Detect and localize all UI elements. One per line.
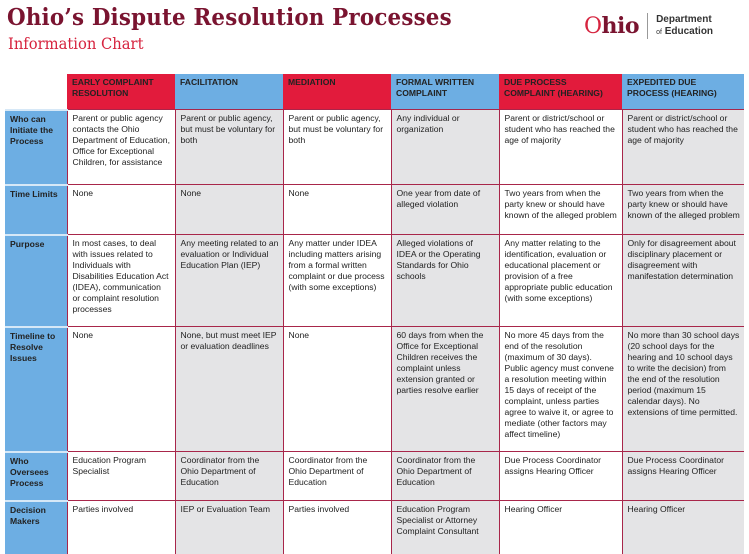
logo-wordmark: Ohio <box>584 13 640 39</box>
table-cell: None <box>66 184 175 235</box>
column-header: EXPEDITED DUE PROCESS (HEARING) <box>622 74 744 110</box>
table-cell: Two years from when the party knew or sh… <box>621 184 744 235</box>
table-cell: Only for disagreement about disciplinary… <box>621 234 744 327</box>
row-header: Decision Makers <box>5 499 67 554</box>
dispute-resolution-table: EARLY COMPLAINT RESOLUTION FACILITATION … <box>5 74 744 554</box>
table-cell: Hearing Officer <box>621 500 744 554</box>
table-cell: Parties involved <box>66 500 175 554</box>
table-cell: Alleged violations of IDEA or the Operat… <box>390 234 499 327</box>
table-row: Who Oversees Process Education Program S… <box>5 450 744 501</box>
table-cell: Two years from when the party knew or sh… <box>498 184 622 235</box>
table-cell: No more 45 days from the end of the reso… <box>498 326 622 452</box>
table-corner <box>5 74 67 110</box>
table-row: Timeline to Resolve Issues None None, bu… <box>5 325 744 452</box>
column-header: FACILITATION <box>175 74 283 110</box>
column-header: DUE PROCESS COMPLAINT (HEARING) <box>499 74 622 110</box>
table-cell: Any meeting related to an evaluation or … <box>174 234 283 327</box>
table-row: Who can Initiate the Process Parent or p… <box>5 108 744 185</box>
table-cell: Parent or district/school or student who… <box>498 109 622 185</box>
table-cell: IEP or Evaluation Team <box>174 500 283 554</box>
row-header: Purpose <box>5 233 67 327</box>
row-header: Time Limits <box>5 183 67 235</box>
table-cell: None <box>282 326 391 452</box>
table-cell: None <box>174 184 283 235</box>
table-cell: Education Program Specialist <box>66 451 175 501</box>
table-cell: Parties involved <box>282 500 391 554</box>
table-cell: Coordinator from the Ohio Department of … <box>282 451 391 501</box>
page-title: Ohio’s Dispute Resolution Processes <box>7 4 452 31</box>
table-cell: Parent or public agency, but must be vol… <box>282 109 391 185</box>
table-cell: Parent or public agency contacts the Ohi… <box>66 109 175 185</box>
column-header: EARLY COMPLAINT RESOLUTION <box>67 74 175 110</box>
table-row: Purpose In most cases, to deal with issu… <box>5 233 744 327</box>
page-subtitle: Information Chart <box>8 34 144 53</box>
table-cell: Coordinator from the Ohio Department of … <box>174 451 283 501</box>
table-cell: In most cases, to deal with issues relat… <box>66 234 175 327</box>
table-cell: Coordinator from the Ohio Department of … <box>390 451 499 501</box>
column-header: FORMAL WRITTEN COMPLAINT <box>391 74 499 110</box>
logo-department-text: Department of Education <box>656 14 713 39</box>
table-cell: Any matter under IDEA including matters … <box>282 234 391 327</box>
logo-dept-line2: Education <box>664 25 714 37</box>
logo-wordmark-rest: hio <box>601 13 640 39</box>
table-row: Time Limits None None None One year from… <box>5 183 744 235</box>
table-cell: Education Program Specialist or Attorney… <box>390 500 499 554</box>
table-cell: Any individual or organization <box>390 109 499 185</box>
table-row: Decision Makers Parties involved IEP or … <box>5 499 744 554</box>
table-cell: No more than 30 school days (20 school d… <box>621 326 744 452</box>
table-cell: Due Process Coordinator assigns Hearing … <box>498 451 622 501</box>
table-cell: Due Process Coordinator assigns Hearing … <box>621 451 744 501</box>
table-cell: One year from date of alleged violation <box>390 184 499 235</box>
ohio-department-of-education-logo: Ohio Department of Education <box>584 13 713 39</box>
table-cell: None, but must meet IEP or evaluation de… <box>174 326 283 452</box>
logo-dept-of: of <box>656 28 662 36</box>
table-cell: Parent or public agency, but must be vol… <box>174 109 283 185</box>
table-cell: Any matter relating to the identificatio… <box>498 234 622 327</box>
column-header: MEDIATION <box>283 74 391 110</box>
table-header-row: EARLY COMPLAINT RESOLUTION FACILITATION … <box>5 74 744 110</box>
table-cell: Hearing Officer <box>498 500 622 554</box>
row-header: Timeline to Resolve Issues <box>5 325 67 452</box>
logo-dept-line1: Department <box>656 13 712 25</box>
table-cell: None <box>66 326 175 452</box>
table-cell: Parent or district/school or student who… <box>621 109 744 185</box>
logo-divider <box>647 13 649 39</box>
row-header: Who Oversees Process <box>5 450 67 501</box>
logo-wordmark-o: O <box>584 14 602 39</box>
table-cell: None <box>282 184 391 235</box>
row-header: Who can Initiate the Process <box>5 108 67 185</box>
table-cell: 60 days from when the Office for Excepti… <box>390 326 499 452</box>
